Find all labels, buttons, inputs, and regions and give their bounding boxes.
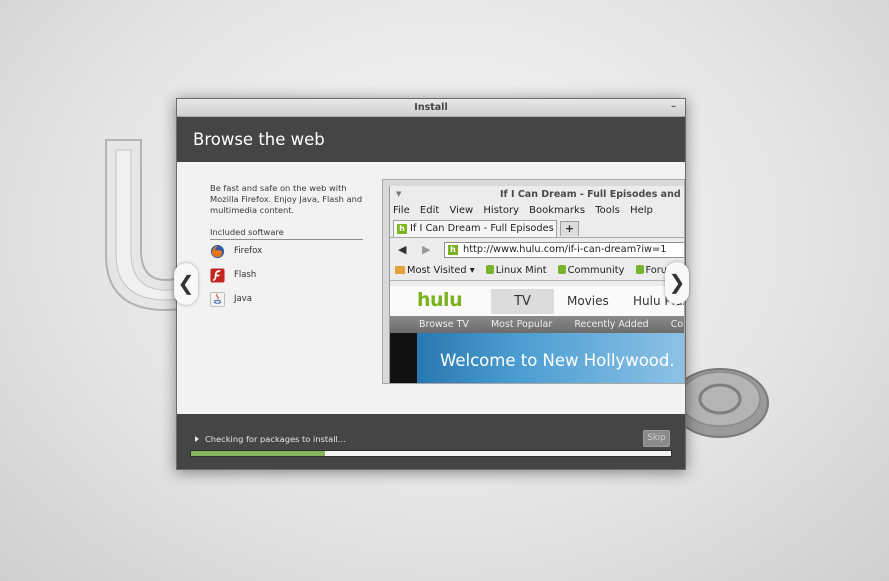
ff-menu-view: View (449, 205, 474, 216)
install-progress-bar (190, 450, 672, 457)
firefox-screenshot: ▼ If I Can Dream - Full Episodes and C F… (382, 179, 685, 384)
hulu-favicon-icon: h (448, 245, 458, 255)
hulu-subnav: Browse TV Most Popular Recently Added Co… (390, 316, 684, 333)
hulu-header: hulu TV Movies Hulu Plus (390, 286, 684, 316)
slide-text-column: Be fast and safe on the web with Mozilla… (210, 183, 363, 312)
hulu-subnav-item: Coming (670, 319, 684, 330)
ff-menu-history: History (483, 205, 519, 216)
ff-title: If I Can Dream - Full Episodes and C (500, 189, 685, 200)
chevron-right-icon: ❯ (668, 270, 686, 294)
slide-heading: Browse the web (193, 130, 325, 149)
new-tab-icon: + (560, 221, 579, 236)
install-status[interactable]: Checking for packages to install... (195, 434, 346, 444)
hulu-banner-text: Welcome to New Hollywood. (440, 351, 675, 370)
ff-menu-file: File (393, 205, 410, 216)
ff-url-text: http://www.hulu.com/if-i-can-dream?iw=1 (463, 244, 667, 255)
folder-icon (395, 266, 405, 274)
hulu-subnav-item: Most Popular (490, 319, 553, 330)
chevron-left-icon: ❮ (177, 271, 195, 295)
ff-tab-label: If I Can Dream - Full Episodes a... (410, 223, 557, 234)
java-icon (210, 292, 225, 307)
mint-leaf-icon (485, 265, 494, 274)
ff-titlebar: ▼ If I Can Dream - Full Episodes and C (390, 186, 685, 203)
hulu-logo: hulu (417, 289, 463, 311)
install-status-text: Checking for packages to install... (205, 434, 346, 444)
hulu-page-preview: hulu TV Movies Hulu Plus Browse TV Most … (390, 286, 684, 383)
included-software-title: Included software (210, 227, 363, 240)
window-menu-icon: ▼ (396, 190, 402, 198)
hulu-tab-tv: TV (491, 289, 554, 314)
ff-menu-bookmarks: Bookmarks (529, 205, 586, 216)
hulu-banner: Welcome to New Hollywood. (390, 333, 684, 383)
expander-triangle-icon[interactable] (195, 436, 199, 442)
software-label: Flash (234, 270, 257, 280)
hulu-subnav-item: Recently Added (574, 319, 649, 330)
mint-leaf-icon (635, 265, 644, 274)
software-item-java: Java (210, 288, 363, 312)
software-item-firefox: Firefox (210, 240, 363, 264)
bookmark-label: Most Visited ▾ (407, 265, 475, 276)
hulu-favicon-icon: h (397, 224, 407, 234)
forward-arrow-icon: ▶ (422, 243, 431, 256)
firefox-icon (210, 244, 225, 259)
software-label: Firefox (234, 246, 263, 256)
next-slide-button[interactable]: ❯ (665, 262, 689, 304)
bookmark-linux-mint: Linux Mint (485, 265, 547, 276)
mint-leaf-icon (557, 265, 566, 274)
ff-menubar: File Edit View History Bookmarks Tools H… (390, 203, 684, 219)
hulu-subnav-item: Browse TV (419, 319, 469, 330)
ff-menu-tools: Tools (595, 205, 620, 216)
slide-description: Be fast and safe on the web with Mozilla… (210, 183, 363, 215)
software-label: Java (234, 294, 252, 304)
bookmark-label: Linux Mint (495, 265, 547, 276)
ff-tabstrip: h If I Can Dream - Full Episodes a... + (390, 219, 684, 238)
install-window: Install – Browse the web Be fast and saf… (174, 98, 689, 470)
firefox-window-preview: ▼ If I Can Dream - Full Episodes and C F… (389, 186, 685, 383)
software-item-flash: Flash (210, 264, 363, 288)
skip-button[interactable]: Skip (643, 430, 670, 447)
ff-menu-help: Help (630, 205, 653, 216)
ff-url-bar: h http://www.hulu.com/if-i-can-dream?iw=… (444, 242, 684, 258)
slide-content: Be fast and safe on the web with Mozilla… (174, 162, 689, 414)
minimize-icon[interactable]: – (668, 102, 679, 112)
hulu-tab-movies: Movies (567, 294, 609, 308)
bookmark-most-visited: Most Visited ▾ (395, 265, 475, 276)
back-arrow-icon: ◀ (398, 243, 407, 256)
install-footer: Checking for packages to install... Skip (177, 414, 685, 469)
bookmark-community: Community (557, 265, 625, 276)
flash-icon (210, 268, 225, 283)
ff-bookmarks-bar: Most Visited ▾ Linux Mint Community Foru… (390, 262, 684, 281)
bookmark-label: Community (567, 265, 625, 276)
window-title: Install (414, 102, 448, 113)
banner-side-panel (390, 333, 417, 383)
ff-menu-edit: Edit (419, 205, 440, 216)
previous-slide-button[interactable]: ❮ (174, 263, 198, 305)
progress-fill (191, 451, 326, 456)
slide-header: Browse the web (177, 117, 685, 163)
ff-tab: h If I Can Dream - Full Episodes a... (393, 220, 557, 237)
ff-navbar: ◀ ▶ h http://www.hulu.com/if-i-can-dream… (390, 238, 684, 262)
window-titlebar[interactable]: Install – (177, 99, 685, 117)
